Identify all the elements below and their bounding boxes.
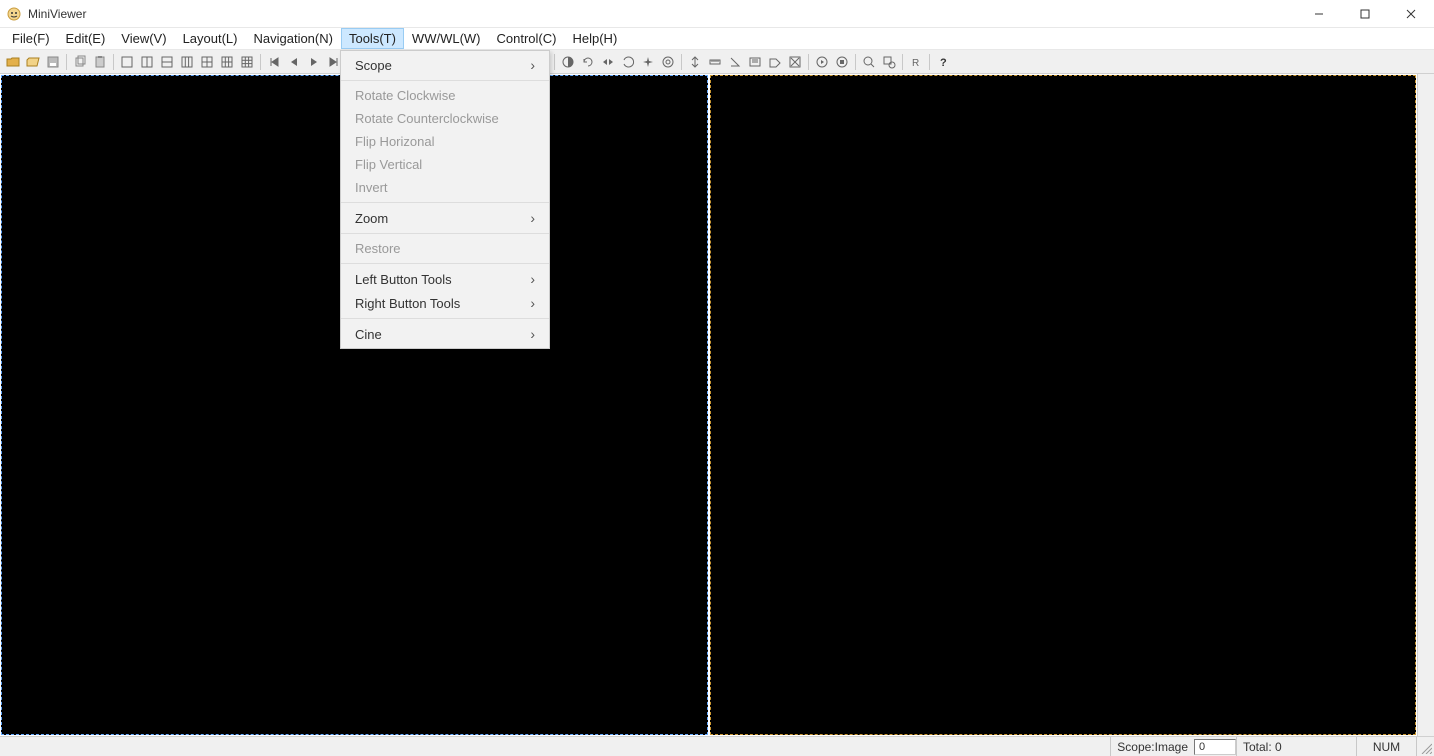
scroll-icon[interactable] (686, 53, 704, 71)
target-icon[interactable] (659, 53, 677, 71)
menuitem-left-button-tools[interactable]: Left Button Tools (341, 267, 549, 291)
menu-tools[interactable]: Tools(T) (341, 28, 404, 49)
menu-help[interactable]: Help(H) (564, 28, 625, 49)
menuitem-restore: Restore (341, 237, 549, 260)
menuitem-cine[interactable]: Cine (341, 322, 549, 346)
paste-icon[interactable] (91, 53, 109, 71)
menuitem-flip-v: Flip Vertical (341, 153, 549, 176)
contrast-icon[interactable] (559, 53, 577, 71)
status-total: Total: 0 (1236, 737, 1356, 756)
status-numlock: NUM (1356, 737, 1416, 756)
svg-text:?: ? (940, 57, 947, 69)
text-note-icon[interactable] (746, 53, 764, 71)
svg-text:R: R (912, 58, 919, 69)
save-icon[interactable] (44, 53, 62, 71)
menu-file[interactable]: File(F) (4, 28, 58, 49)
menu-bar: File(F) Edit(E) View(V) Layout(L) Naviga… (0, 28, 1434, 50)
menu-navigation[interactable]: Navigation(N) (245, 28, 340, 49)
tools-dropdown: Scope Rotate Clockwise Rotate Counterclo… (340, 50, 550, 349)
sparkles-icon[interactable] (639, 53, 657, 71)
nav-prev-icon[interactable] (285, 53, 303, 71)
stop-icon[interactable] (833, 53, 851, 71)
vertical-scrollbar[interactable] (1417, 74, 1434, 736)
layout-2x2-icon[interactable] (198, 53, 216, 71)
layout-2x1-icon[interactable] (158, 53, 176, 71)
open-folder-icon[interactable] (4, 53, 22, 71)
minimize-button[interactable] (1296, 0, 1342, 28)
lr-arrows-icon[interactable] (599, 53, 617, 71)
menuitem-rotate-cw: Rotate Clockwise (341, 84, 549, 107)
title-bar: MiniViewer (0, 0, 1434, 28)
nav-first-icon[interactable] (265, 53, 283, 71)
window-title: MiniViewer (28, 7, 86, 21)
layout-1x3-icon[interactable] (178, 53, 196, 71)
menu-control[interactable]: Control(C) (489, 28, 565, 49)
close-button[interactable] (1388, 0, 1434, 28)
resize-grip-icon[interactable] (1416, 737, 1434, 756)
zoom-in-icon[interactable] (860, 53, 878, 71)
x-box-icon[interactable] (786, 53, 804, 71)
tag-icon[interactable] (766, 53, 784, 71)
menu-view[interactable]: View(V) (113, 28, 174, 49)
copy-icon[interactable] (71, 53, 89, 71)
reset-icon[interactable]: R (907, 53, 925, 71)
layout-2x3-icon[interactable] (218, 53, 236, 71)
menuitem-flip-h: Flip Horizonal (341, 130, 549, 153)
angle-icon[interactable] (726, 53, 744, 71)
menuitem-right-button-tools[interactable]: Right Button Tools (341, 291, 549, 315)
layout-1x2-icon[interactable] (138, 53, 156, 71)
menu-layout[interactable]: Layout(L) (175, 28, 246, 49)
status-scope-label: Scope:Image (1110, 737, 1194, 756)
play-icon[interactable] (813, 53, 831, 71)
refresh-icon[interactable] (619, 53, 637, 71)
help-icon[interactable]: ? (934, 53, 952, 71)
menuitem-invert: Invert (341, 176, 549, 199)
ruler-icon[interactable] (706, 53, 724, 71)
status-bar: Scope:Image 0 Total: 0 NUM (0, 736, 1434, 756)
maximize-button[interactable] (1342, 0, 1388, 28)
status-scope-value: 0 (1194, 739, 1236, 755)
nav-next-icon[interactable] (305, 53, 323, 71)
menuitem-zoom[interactable]: Zoom (341, 206, 549, 230)
layout-1x1-icon[interactable] (118, 53, 136, 71)
toolbar: R ? (0, 50, 1434, 74)
zoom-region-icon[interactable] (880, 53, 898, 71)
menu-wwwl[interactable]: WW/WL(W) (404, 28, 489, 49)
menuitem-rotate-ccw: Rotate Counterclockwise (341, 107, 549, 130)
open-file-icon[interactable] (24, 53, 42, 71)
layout-3x3-icon[interactable] (238, 53, 256, 71)
image-pane-right[interactable] (710, 75, 1417, 735)
menuitem-scope[interactable]: Scope (341, 53, 549, 77)
rotate-icon[interactable] (579, 53, 597, 71)
menu-edit[interactable]: Edit(E) (58, 28, 114, 49)
app-icon (6, 6, 22, 22)
workspace (0, 74, 1434, 736)
